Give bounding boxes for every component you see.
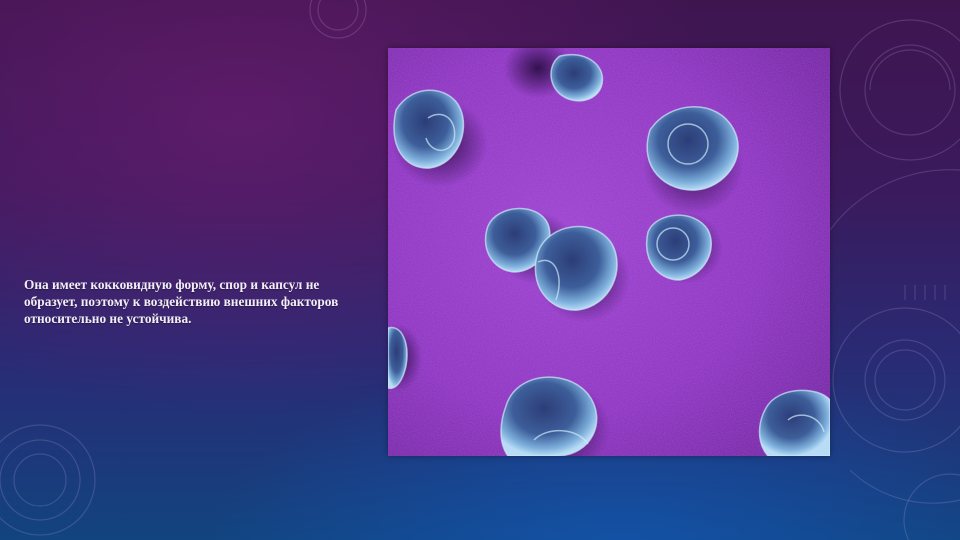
bacteria-micrograph	[388, 48, 830, 456]
slide-body-text: Она имеет кокковидную форму, спор и капс…	[24, 277, 339, 327]
micrograph-cocci-icon	[388, 48, 830, 456]
